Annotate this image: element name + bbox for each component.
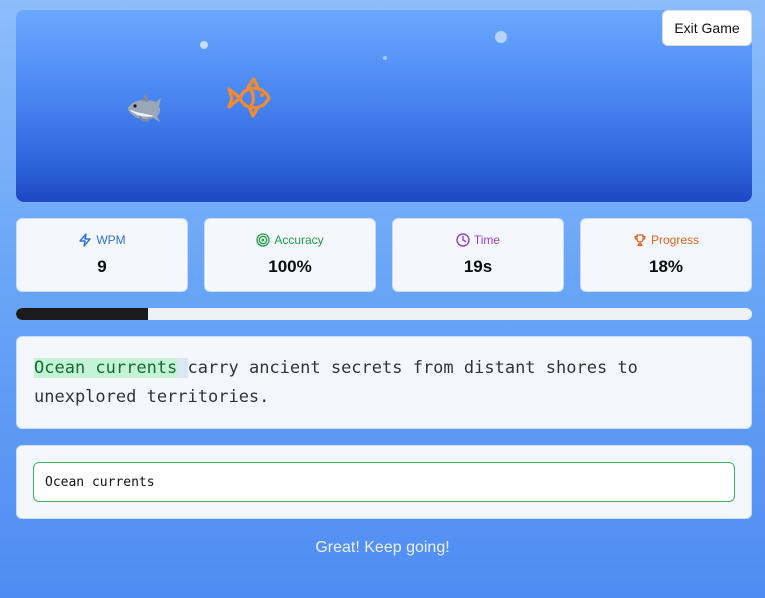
accuracy-label: Accuracy: [274, 233, 324, 247]
typed-text: Ocean currents: [34, 358, 178, 378]
accuracy-card: Accuracy 100%: [204, 218, 376, 292]
current-char: [177, 358, 188, 378]
wpm-card: WPM 9: [16, 218, 188, 292]
trophy-icon: [634, 234, 646, 247]
bubble: [495, 31, 507, 43]
time-label: Time: [473, 233, 501, 247]
exit-game-button[interactable]: Exit Game: [662, 10, 752, 46]
clock-icon: [456, 233, 470, 247]
wpm-label-row: WPM: [17, 232, 187, 248]
accuracy-value: 100%: [268, 257, 312, 276]
progress-label-row: Progress: [581, 232, 751, 248]
fish-icon: [227, 77, 271, 118]
time-label-row: Time: [393, 232, 563, 248]
progress-bar: [16, 308, 752, 320]
passage-text: Ocean currents carry ancient secrets fro…: [34, 354, 736, 412]
bubble: [200, 41, 208, 49]
accuracy-label-row: Accuracy: [205, 232, 375, 248]
time-card: Time 19s: [392, 218, 564, 292]
wpm-value: 9: [97, 257, 107, 276]
shark-icon: [128, 92, 161, 122]
bubble: [383, 56, 387, 60]
target-icon: [256, 233, 270, 247]
wpm-label: WPM: [96, 233, 126, 247]
passage-card: Ocean currents carry ancient secrets fro…: [16, 336, 752, 429]
time-value: 19s: [463, 257, 493, 276]
feedback-message: Great! Keep going!: [315, 539, 450, 556]
lightning-icon: [79, 233, 92, 247]
progress-value: 18%: [648, 257, 684, 276]
game-scene: [16, 10, 752, 202]
input-card: [16, 445, 752, 519]
typing-input[interactable]: [33, 462, 735, 502]
progress-card: Progress 18%: [580, 218, 752, 292]
progress-bar-fill: [16, 308, 149, 320]
progress-label: Progress: [650, 233, 700, 247]
